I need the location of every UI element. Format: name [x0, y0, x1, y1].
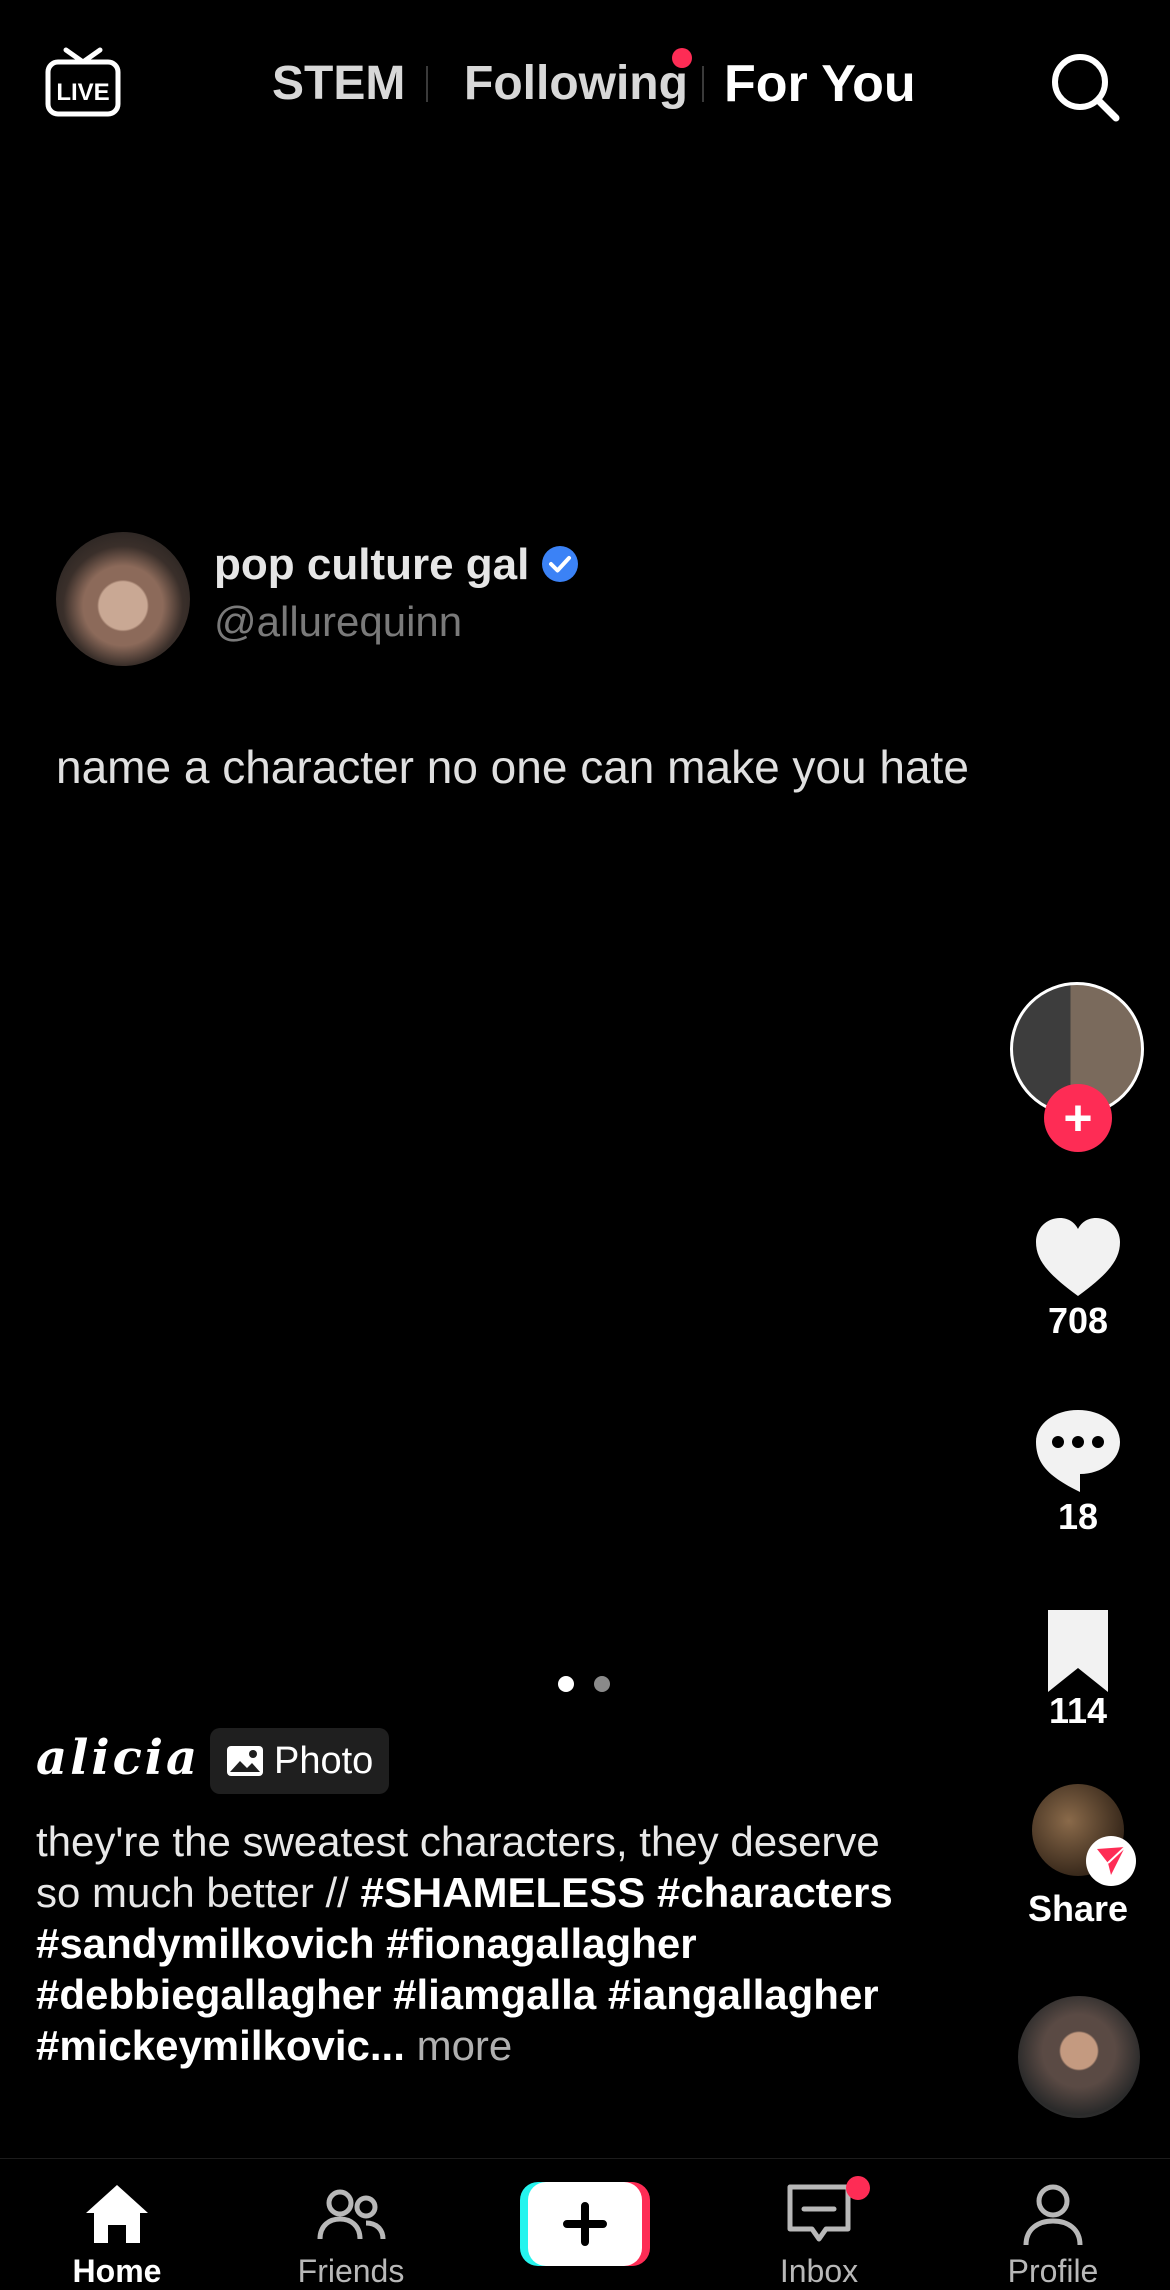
tab-for-you[interactable]: For You: [724, 54, 916, 114]
author-name[interactable]: alicia: [36, 1730, 200, 1786]
nav-home[interactable]: Home: [0, 2159, 234, 2289]
page-indicator-active: [558, 1676, 574, 1692]
live-icon[interactable]: LIVE: [44, 44, 122, 122]
tab-following[interactable]: Following: [464, 54, 688, 114]
nav-friends[interactable]: Friends: [234, 2159, 468, 2289]
profile-icon: [1023, 2184, 1083, 2246]
share-icon[interactable]: [1086, 1836, 1136, 1886]
bookmark-icon[interactable]: [1030, 1604, 1126, 1700]
home-icon: [86, 2185, 148, 2243]
inbox-notification-dot: [846, 2176, 870, 2200]
more-link[interactable]: more: [417, 2022, 513, 2069]
tweet-display-name: pop culture gal: [214, 540, 530, 589]
search-icon[interactable]: [1048, 50, 1122, 124]
nav-profile-label: Profile: [1007, 2253, 1099, 2289]
music-disc[interactable]: [1018, 1996, 1140, 2118]
follow-plus-button[interactable]: +: [1044, 1084, 1112, 1152]
comment-count: 18: [1057, 1496, 1099, 1537]
caption[interactable]: they're the sweatest characters, they de…: [36, 1816, 916, 2071]
nav-inbox-label: Inbox: [779, 2253, 859, 2289]
photo-badge: Photo: [210, 1728, 390, 1794]
photo-icon: [227, 1746, 263, 1776]
tweet-handle: @allurequinn: [214, 598, 463, 645]
friends-icon: [317, 2189, 386, 2240]
tweet-avatar: [56, 532, 190, 666]
bookmark-count: 114: [1048, 1690, 1108, 1731]
create-button[interactable]: [520, 2182, 650, 2266]
page-indicator: [594, 1676, 610, 1692]
heart-icon[interactable]: [1030, 1212, 1126, 1308]
nav-inbox[interactable]: Inbox: [702, 2159, 936, 2289]
tab-divider: [426, 66, 428, 102]
nav-friends-label: Friends: [297, 2253, 405, 2289]
notification-dot: [672, 48, 692, 68]
like-count: 708: [1047, 1300, 1109, 1341]
photo-badge-label: Photo: [274, 1739, 374, 1782]
tab-divider: [702, 66, 704, 102]
share-label[interactable]: Share: [1010, 1888, 1146, 1930]
verified-badge-icon: [542, 546, 578, 582]
nav-home-label: Home: [72, 2253, 162, 2289]
tab-stem[interactable]: STEM: [272, 54, 405, 114]
nav-profile[interactable]: Profile: [936, 2159, 1170, 2289]
svg-text:LIVE: LIVE: [56, 79, 109, 106]
comment-icon[interactable]: [1030, 1402, 1126, 1498]
inbox-icon: [787, 2184, 851, 2242]
tweet-text: name a character no one can make you hat…: [56, 741, 969, 793]
